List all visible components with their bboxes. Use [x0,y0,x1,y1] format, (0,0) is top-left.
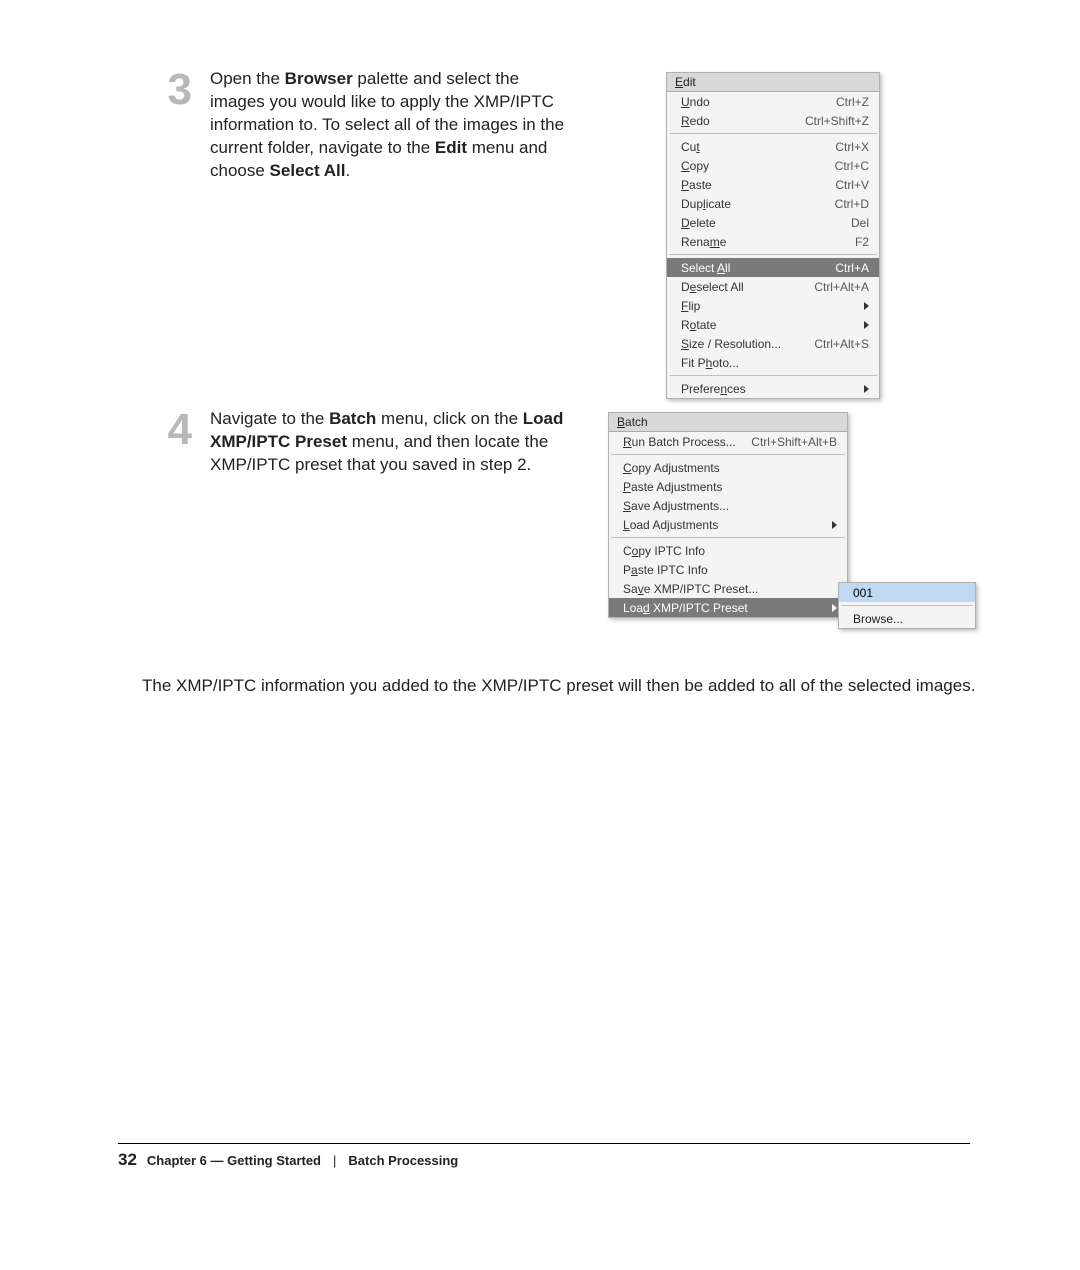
submenu-item[interactable]: Browse... [839,609,975,628]
menu-item-label: Paste IPTC Info [623,563,837,577]
menu-item-label: Fit Photo... [681,356,869,370]
menu-item-shortcut: Ctrl+Alt+S [804,337,869,351]
footer-section: Batch Processing [348,1153,458,1168]
page-number: 32 [118,1150,137,1170]
submenu-arrow-icon [832,604,837,612]
batch-submenu: 001 Browse... [838,582,976,629]
result-text: The XMP/IPTC information you added to th… [142,674,992,698]
menu-item[interactable]: Run Batch Process...Ctrl+Shift+Alt+B [609,432,847,451]
menu-item-label: Rename [681,235,845,249]
menu-item-label: Select All [681,261,825,275]
menu-item[interactable]: DeleteDel [667,213,879,232]
menu-item-label: Delete [681,216,841,230]
edit-menu-body: UndoCtrl+ZRedoCtrl+Shift+ZCutCtrl+XCopyC… [667,92,879,398]
menu-item-shortcut: Ctrl+Shift+Alt+B [741,435,837,449]
menu-item[interactable]: CopyCtrl+C [667,156,879,175]
menu-item-label: Copy Adjustments [623,461,837,475]
page-footer: 32 Chapter 6 — Getting Started | Batch P… [118,1143,970,1170]
submenu-arrow-icon [864,321,869,329]
menu-item[interactable]: Paste Adjustments [609,477,847,496]
step-4-number: 4 [158,408,192,452]
menu-item[interactable]: Preferences [667,379,879,398]
menu-item[interactable]: Select AllCtrl+A [667,258,879,277]
step-3: 3 Open the Browser palette and select th… [158,68,578,183]
menu-item-shortcut: Ctrl+D [825,197,869,211]
menu-item[interactable]: Rotate [667,315,879,334]
menu-item[interactable]: Load XMP/IPTC Preset [609,598,847,617]
menu-item[interactable]: RedoCtrl+Shift+Z [667,111,879,130]
menu-item[interactable]: Load Adjustments [609,515,847,534]
menu-item[interactable]: PasteCtrl+V [667,175,879,194]
menu-item-shortcut: Ctrl+A [825,261,869,275]
menu-item-shortcut: Del [841,216,869,230]
edit-menu: Edit UndoCtrl+ZRedoCtrl+Shift+ZCutCtrl+X… [666,72,880,399]
menu-item-shortcut: Ctrl+C [825,159,869,173]
batch-menu-title[interactable]: Batch [609,413,847,432]
menu-item[interactable]: Flip [667,296,879,315]
menu-item-shortcut: Ctrl+Z [826,95,869,109]
batch-menu-body: Run Batch Process...Ctrl+Shift+Alt+B Copy… [609,432,847,617]
menu-item-shortcut: Ctrl+Alt+A [804,280,869,294]
menu-item-label: Load XMP/IPTC Preset [623,601,822,615]
menu-item[interactable]: CutCtrl+X [667,137,879,156]
menu-item-label: Duplicate [681,197,825,211]
menu-item-label: Save XMP/IPTC Preset... [623,582,837,596]
menu-item-label: Deselect All [681,280,804,294]
menu-item[interactable]: DuplicateCtrl+D [667,194,879,213]
menu-item-label: Size / Resolution... [681,337,804,351]
menu-item[interactable]: Copy IPTC Info [609,541,847,560]
menu-item-label: Load Adjustments [623,518,822,532]
edit-menu-title[interactable]: Edit [667,73,879,92]
submenu-arrow-icon [864,302,869,310]
batch-menu: Batch Run Batch Process...Ctrl+Shift+Alt… [608,412,848,618]
menu-item-label: Paste [681,178,825,192]
menu-item-label: Rotate [681,318,854,332]
menu-item[interactable]: Save Adjustments... [609,496,847,515]
step-3-number: 3 [158,68,192,112]
menu-item[interactable]: Save XMP/IPTC Preset... [609,579,847,598]
menu-item-label: Copy [681,159,825,173]
submenu-item[interactable]: 001 [839,583,975,602]
submenu-arrow-icon [832,521,837,529]
menu-item[interactable]: Copy Adjustments [609,458,847,477]
menu-item-label: Redo [681,114,795,128]
footer-chapter: Chapter 6 — Getting Started [147,1153,321,1168]
menu-item-shortcut: Ctrl+Shift+Z [795,114,869,128]
menu-item-label: Save Adjustments... [623,499,837,513]
menu-item-label: Paste Adjustments [623,480,837,494]
menu-item[interactable]: Size / Resolution...Ctrl+Alt+S [667,334,879,353]
menu-item[interactable]: Fit Photo... [667,353,879,372]
menu-item[interactable]: Deselect AllCtrl+Alt+A [667,277,879,296]
menu-item[interactable]: Paste IPTC Info [609,560,847,579]
menu-item-label: Undo [681,95,826,109]
menu-item[interactable]: RenameF2 [667,232,879,251]
menu-item-shortcut: Ctrl+V [825,178,869,192]
menu-item-label: Run Batch Process... [623,435,741,449]
step-4: 4 Navigate to the Batch menu, click on t… [158,408,578,477]
menu-item-label: Preferences [681,382,854,396]
menu-item-label: Flip [681,299,854,313]
step-3-text: Open the Browser palette and select the … [210,68,578,183]
submenu-arrow-icon [864,385,869,393]
menu-item-shortcut: Ctrl+X [825,140,869,154]
menu-item[interactable]: UndoCtrl+Z [667,92,879,111]
menu-item-label: Cut [681,140,825,154]
step-4-text: Navigate to the Batch menu, click on the… [210,408,578,477]
menu-item-label: Copy IPTC Info [623,544,837,558]
menu-item-shortcut: F2 [845,235,869,249]
